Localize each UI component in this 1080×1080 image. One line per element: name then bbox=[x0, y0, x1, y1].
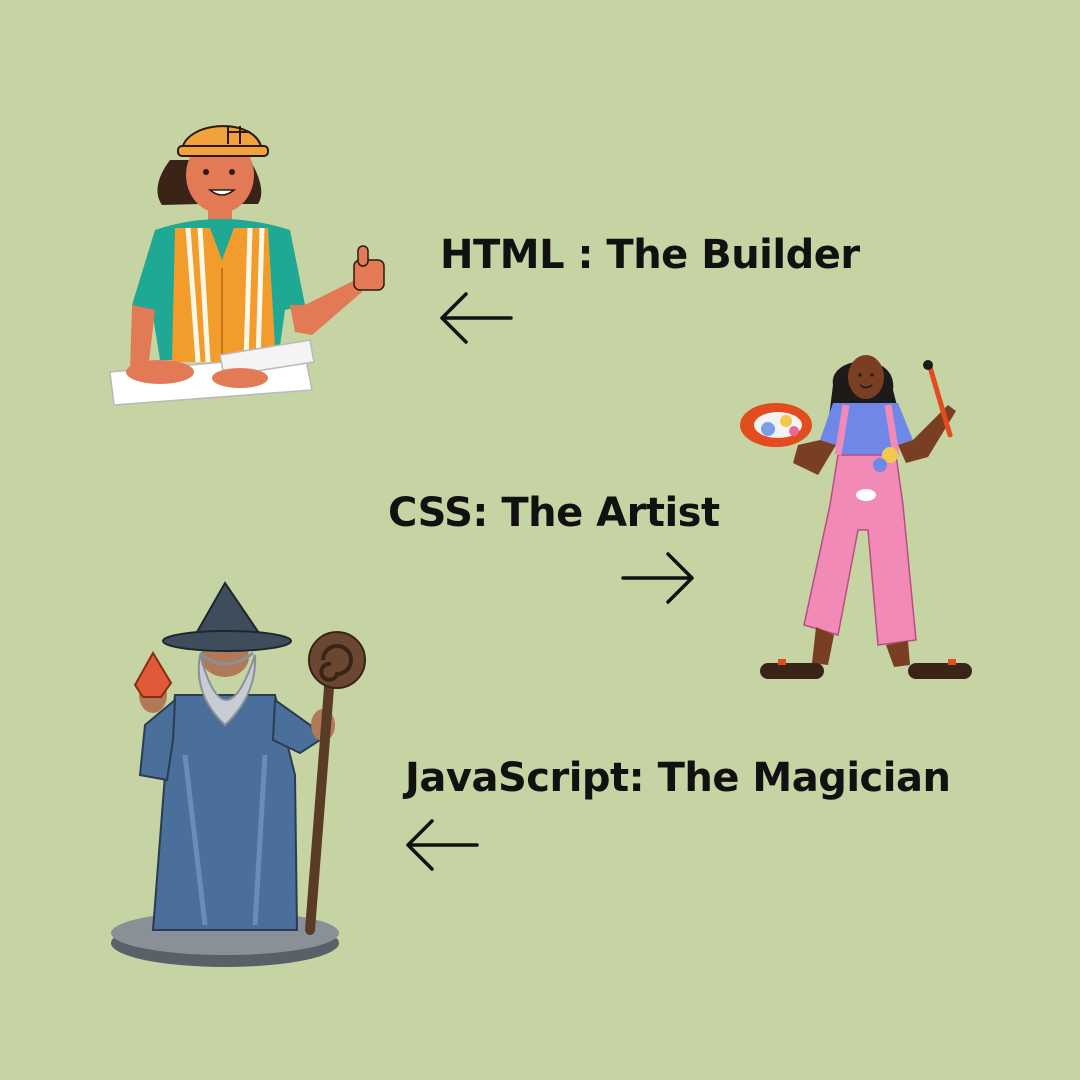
infographic-canvas: HTML : The Builder CSS: The Artist JavaS… bbox=[0, 0, 1080, 1080]
arrow-left-icon bbox=[440, 292, 513, 344]
construction-worker-illustration bbox=[109, 125, 385, 406]
javascript-magician-label: JavaScript: The Magician bbox=[405, 755, 951, 801]
html-builder-label: HTML : The Builder bbox=[440, 232, 860, 278]
wizard-illustration bbox=[111, 581, 366, 967]
painter-illustration bbox=[740, 355, 972, 679]
arrow-right-icon bbox=[621, 552, 694, 604]
arrow-left-icon bbox=[406, 819, 479, 871]
css-artist-label: CSS: The Artist bbox=[388, 490, 720, 536]
